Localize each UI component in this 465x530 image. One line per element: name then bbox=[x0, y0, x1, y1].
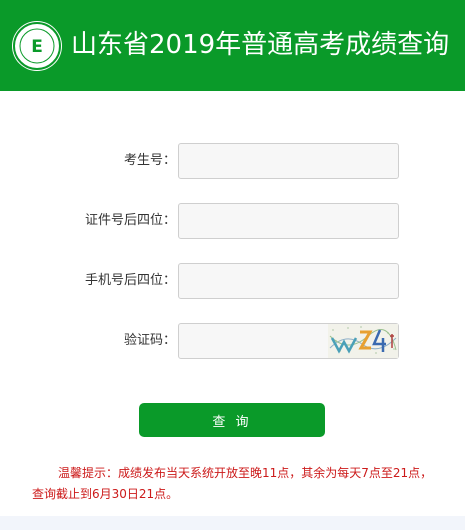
footer-strip bbox=[0, 516, 465, 530]
phone-last4-input[interactable] bbox=[178, 263, 399, 299]
captcha-label: 验证码： bbox=[123, 333, 176, 348]
phone-last4-row: 手机号后四位： bbox=[0, 263, 465, 299]
exam-number-input[interactable] bbox=[178, 143, 399, 179]
logo-letter: E bbox=[31, 37, 43, 57]
page-header: E 山东省2019年普通高考成绩查询 bbox=[0, 0, 465, 91]
notice-text: 温馨提示：成绩发布当天系统开放至晚11点，其余为每天7点至21点，查询截止到6月… bbox=[32, 466, 433, 501]
query-form: 考生号： 证件号后四位： 手机号后四位： 验证码： 查 询 温馨提示：成绩发布当… bbox=[0, 91, 465, 530]
captcha-row: 验证码： bbox=[0, 323, 465, 359]
exam-number-row: 考生号： bbox=[0, 143, 465, 179]
id-last4-input[interactable] bbox=[178, 203, 399, 239]
id-last4-label: 证件号后四位： bbox=[84, 213, 176, 228]
submit-button[interactable]: 查 询 bbox=[139, 403, 325, 437]
captcha-image-icon[interactable] bbox=[328, 324, 398, 358]
page-title: 山东省2019年普通高考成绩查询 bbox=[71, 30, 450, 60]
phone-last4-label: 手机号后四位： bbox=[84, 273, 176, 288]
exam-number-label: 考生号： bbox=[123, 153, 176, 168]
id-last4-row: 证件号后四位： bbox=[0, 203, 465, 239]
school-emblem-icon: E bbox=[12, 21, 62, 71]
